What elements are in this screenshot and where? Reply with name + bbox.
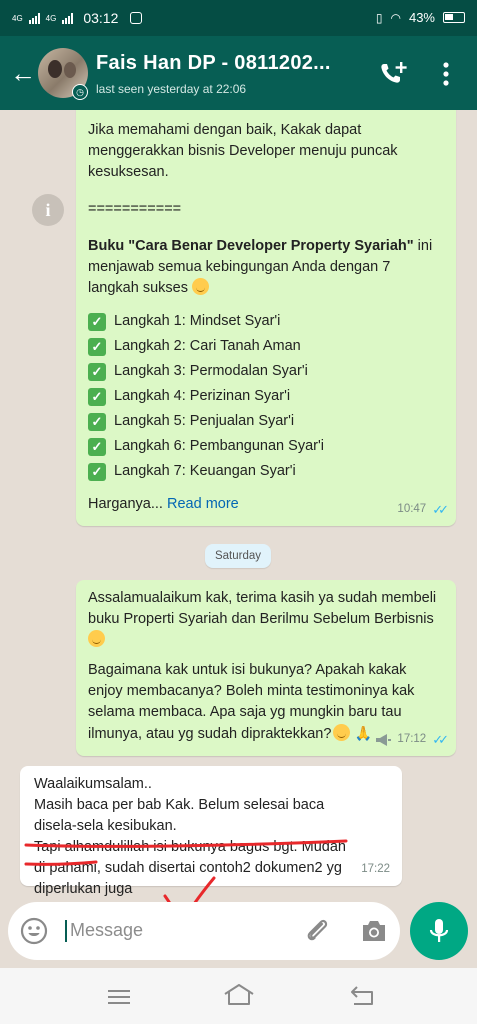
message-text: disela-sela kesibukan.	[34, 818, 177, 834]
message-divider: ===========	[88, 201, 182, 217]
emoji-icon[interactable]	[20, 917, 48, 945]
hugging-face-emoji-icon	[88, 630, 105, 647]
message-meta: 17:12 ✓✓	[375, 729, 449, 750]
signal-icon	[28, 12, 40, 24]
mic-icon	[429, 919, 449, 942]
list-item: ✓ Langkah 2: Cari Tanah Aman	[88, 334, 444, 359]
list-item: ✓ Langkah 6: Pembangunan Syar'i	[88, 434, 444, 459]
book-title: Buku "Cara Benar Developer Property Syar…	[88, 238, 414, 254]
smiling-face-emoji-icon	[333, 724, 351, 741]
wifi-icon: ◠	[390, 10, 401, 25]
message-text: Buku "Cara Benar Developer Property Syar…	[88, 236, 444, 299]
message-composer[interactable]: Message	[8, 902, 400, 960]
outgoing-message[interactable]: Jika memahami dengan baik, Kakak dapat m…	[76, 110, 456, 526]
back-arrow-icon[interactable]: ←	[10, 60, 36, 86]
check-mark-icon: ✓	[88, 387, 106, 406]
battery-percent: 43%	[408, 10, 435, 25]
menu-icon[interactable]	[106, 988, 132, 1006]
contact-name[interactable]: Fais Han DP - 0811202...	[96, 52, 331, 75]
message-time: 17:12	[397, 733, 427, 745]
home-icon[interactable]	[222, 982, 256, 1008]
vibrate-icon: ▯	[375, 10, 383, 25]
message-text: Masih baca per bab Kak. Belum selesai ba…	[34, 797, 325, 813]
system-nav-bar	[0, 968, 477, 1024]
message-meta: 17:22	[361, 859, 390, 880]
check-mark-icon: ✓	[88, 337, 106, 356]
network-indicator-2: 4G	[45, 13, 57, 23]
mic-button[interactable]	[410, 902, 468, 960]
date-separator: Saturday	[205, 544, 271, 568]
instagram-icon	[130, 12, 143, 24]
message-time: 17:22	[361, 863, 390, 875]
double-check-read-icon: ✓✓	[432, 732, 449, 747]
outgoing-message[interactable]: Assalamualaikum kak, terima kasih ya sud…	[76, 580, 456, 756]
read-more-link[interactable]: Read more	[167, 496, 239, 512]
last-seen: last seen yesterday at 22:06	[96, 82, 247, 96]
step-label: Langkah 6: Pembangunan Syar'i	[114, 438, 324, 454]
step-label: Langkah 7: Keuangan Syar'i	[114, 463, 296, 479]
message-meta: 10:47 ✓✓	[397, 499, 449, 520]
message-text: Waalaikumsalam..	[34, 776, 152, 792]
camera-icon[interactable]	[360, 918, 388, 944]
message-text: Jika memahami dengan baik, Kakak dapat m…	[88, 122, 398, 180]
message-text: Harganya... Read more	[88, 494, 444, 515]
price-text: Harganya...	[88, 496, 163, 512]
list-item: ✓ Langkah 3: Permodalan Syar'i	[88, 359, 444, 384]
check-mark-icon: ✓	[88, 312, 106, 331]
message-text: Assalamualaikum kak, terima kasih ya sud…	[88, 590, 437, 627]
list-item: ✓ Langkah 1: Mindset Syar'i	[88, 309, 444, 334]
signal-icon-2	[62, 12, 74, 24]
list-item: ✓ Langkah 7: Keuangan Syar'i	[88, 459, 444, 484]
text-cursor	[65, 920, 67, 942]
check-mark-icon: ✓	[88, 462, 106, 481]
step-label: Langkah 3: Permodalan Syar'i	[114, 363, 308, 379]
status-bar: 4G 4G 03:12 ▯ ◠ 43%	[0, 0, 477, 36]
smiling-face-emoji-icon	[191, 278, 209, 295]
status-time: 03:12	[83, 10, 119, 26]
network-indicator-1: 4G	[12, 13, 23, 23]
chat-area[interactable]: i Jika memahami dengan baik, Kakak dapat…	[0, 110, 477, 968]
disappearing-timer-icon: ◷	[72, 84, 88, 100]
double-check-read-icon: ✓✓	[432, 502, 449, 517]
back-icon[interactable]	[348, 984, 378, 1008]
megaphone-icon	[376, 733, 392, 746]
check-mark-icon: ✓	[88, 362, 106, 381]
info-icon[interactable]: i	[32, 194, 64, 226]
add-call-icon[interactable]	[378, 60, 408, 88]
step-label: Langkah 1: Mindset Syar'i	[114, 313, 281, 329]
list-item: ✓ Langkah 5: Penjualan Syar'i	[88, 409, 444, 434]
more-vert-icon[interactable]	[440, 60, 452, 88]
paperclip-icon[interactable]	[302, 916, 332, 946]
step-label: Langkah 2: Cari Tanah Aman	[114, 338, 301, 354]
message-text: di pahami, sudah disertai contoh2 dokume…	[34, 860, 342, 876]
message-input[interactable]: Message	[70, 920, 143, 941]
battery-icon	[443, 12, 465, 23]
folded-hands-emoji-icon: 🙏	[354, 725, 372, 741]
incoming-message[interactable]: Waalaikumsalam.. Masih baca per bab Kak.…	[20, 766, 402, 897]
step-label: Langkah 5: Penjualan Syar'i	[114, 413, 295, 429]
message-text: diperlukan juga	[34, 881, 133, 897]
message-text: Tapi alhamdulillah isi bukunya bagus bgt…	[34, 839, 346, 855]
list-item: ✓ Langkah 4: Perizinan Syar'i	[88, 384, 444, 409]
step-label: Langkah 4: Perizinan Syar'i	[114, 388, 291, 404]
check-mark-icon: ✓	[88, 412, 106, 431]
message-time: 10:47	[397, 503, 427, 515]
check-mark-icon: ✓	[88, 437, 106, 456]
chat-header: ← ◷ Fais Han DP - 0811202... last seen y…	[0, 36, 477, 110]
